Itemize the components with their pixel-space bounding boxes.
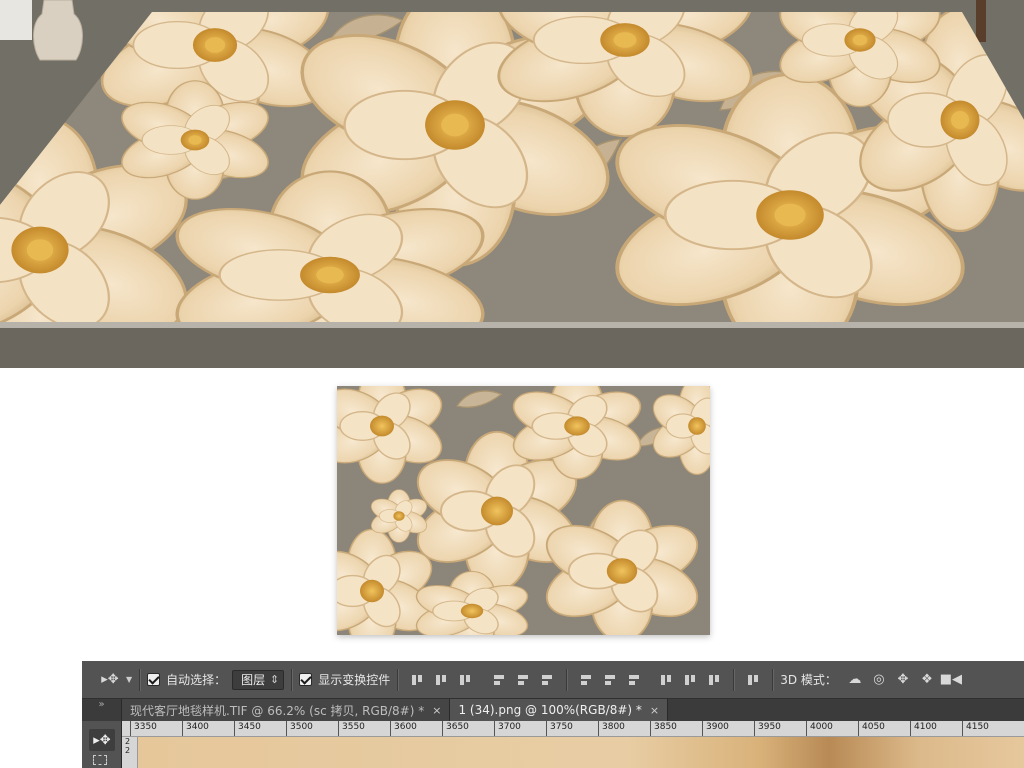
ruler-tick-label: 3900 <box>706 722 729 732</box>
vruler-mark: 2 <box>125 746 131 755</box>
tools-panel: ▸✥ <box>82 721 122 768</box>
close-icon[interactable]: × <box>650 704 659 717</box>
show-transform-checkbox[interactable]: 显示变换控件 <box>299 668 390 692</box>
distribute-group <box>574 668 726 692</box>
marquee-tool-icon[interactable] <box>93 755 107 765</box>
video-camera-icon[interactable]: ■◀ <box>940 670 962 690</box>
auto-select-checkbox[interactable]: 自动选择： <box>147 668 226 692</box>
photoshop-window: ▸✥ ▼ 自动选择： 图层 显示变换控件 <box>82 661 1024 768</box>
ruler-tick: 3450 <box>234 721 261 736</box>
ruler-tick: 3700 <box>494 721 521 736</box>
align-group <box>405 668 559 692</box>
pattern-preview <box>337 386 710 635</box>
distribute-bottom-icon[interactable] <box>624 670 644 690</box>
3d-mode-label: 3D 模式： <box>780 673 837 687</box>
move-tool-icon: ▸✥ <box>101 672 119 687</box>
tool-preset-picker[interactable]: ▸✥ ▼ <box>98 668 132 692</box>
ruler-tick-label: 3450 <box>238 722 261 732</box>
align-vertical-centers-icon[interactable] <box>431 670 451 690</box>
roll-3d-icon[interactable]: ◎ <box>869 670 889 690</box>
ruler-tick-label: 3350 <box>134 722 157 732</box>
distribute-left-icon[interactable] <box>656 670 676 690</box>
pan-3d-icon[interactable]: ✥ <box>893 670 913 690</box>
ruler-tick: 3650 <box>442 721 469 736</box>
ruler-tick-label: 3750 <box>550 722 573 732</box>
ruler-tick-label: 3850 <box>654 722 677 732</box>
align-horizontal-centers-icon[interactable] <box>513 670 533 690</box>
vruler-mark: 2 <box>125 737 131 746</box>
move-tool-icon[interactable]: ▸✥ <box>89 729 115 751</box>
auto-align-layers-icon[interactable] <box>743 670 763 690</box>
screenshot: ▸✥ ▼ 自动选择： 图层 显示变换控件 <box>0 0 1024 768</box>
separator <box>772 668 774 691</box>
distribute-top-icon[interactable] <box>576 670 596 690</box>
tab-rug-mockup[interactable]: 现代客厅地毯样机.TIF @ 66.2% (sc 拷贝, RGB/8#) * × <box>122 699 451 721</box>
separator <box>291 668 293 691</box>
toolbar-collapse-grip[interactable]: » <box>82 699 122 721</box>
ruler-tick: 3850 <box>650 721 677 736</box>
ruler-tick: 3500 <box>286 721 313 736</box>
vertical-ruler: 2 2 <box>122 737 138 768</box>
ruler-tick-label: 3700 <box>498 722 521 732</box>
3d-mode-group: 3D 模式： ☁ ◎ ✥ ❖ ■◀ <box>780 668 963 692</box>
slide-3d-icon[interactable]: ❖ <box>917 670 937 690</box>
ruler-tick-label: 4050 <box>862 722 885 732</box>
auto-select-target-select[interactable]: 图层 <box>232 669 285 690</box>
ruler-tick: 4050 <box>858 721 885 736</box>
separator <box>397 668 399 691</box>
ruler-tick: 3800 <box>598 721 625 736</box>
align-bottom-edges-icon[interactable] <box>455 670 475 690</box>
show-transform-label: 显示变换控件 <box>318 673 391 687</box>
ruler-tick: 3350 <box>130 721 157 736</box>
ruler-tick-label: 3400 <box>186 722 209 732</box>
ruler-tick: 3400 <box>182 721 209 736</box>
ruler-tick-label: 3650 <box>446 722 469 732</box>
tab-pattern-png[interactable]: 1 (34).png @ 100%(RGB/8#) * × <box>450 699 669 721</box>
options-bar: ▸✥ ▼ 自动选择： 图层 显示变换控件 <box>82 661 1024 699</box>
separator <box>566 668 568 691</box>
ruler-tick: 4150 <box>962 721 989 736</box>
checkbox-checked-icon <box>299 673 313 686</box>
distribute-vertical-centers-icon[interactable] <box>600 670 620 690</box>
ruler-tick: 3950 <box>754 721 781 736</box>
ruler-tick: 3600 <box>390 721 417 736</box>
ruler-tick-label: 4000 <box>810 722 833 732</box>
floral-pattern <box>337 386 710 635</box>
ruler-tick-label: 3500 <box>290 722 313 732</box>
auto-select-label: 自动选择： <box>166 673 227 687</box>
room-scene <box>0 0 1024 368</box>
document-tab-bar: » 现代客厅地毯样机.TIF @ 66.2% (sc 拷贝, RGB/8#) *… <box>82 699 1024 721</box>
document-canvas[interactable] <box>138 737 1024 768</box>
ruler-tick: 3750 <box>546 721 573 736</box>
ruler-tick-label: 3800 <box>602 722 625 732</box>
rug-room-mockup <box>0 0 1024 368</box>
ruler-tick-label: 3950 <box>758 722 781 732</box>
tab-label: 现代客厅地毯样机.TIF @ 66.2% (sc 拷贝, RGB/8#) * <box>130 703 425 718</box>
checkbox-checked-icon <box>147 673 161 686</box>
ruler-tick-label: 4150 <box>966 722 989 732</box>
rug <box>0 12 1024 328</box>
dropdown-arrow-icon: ▼ <box>126 675 133 684</box>
separator <box>733 668 735 691</box>
orbit-3d-icon[interactable]: ☁ <box>845 670 865 690</box>
distribute-right-icon[interactable] <box>704 670 724 690</box>
align-left-edges-icon[interactable] <box>489 670 509 690</box>
ruler-tick-label: 3550 <box>342 722 365 732</box>
tab-label: 1 (34).png @ 100%(RGB/8#) * <box>458 703 642 717</box>
ruler-tick: 3550 <box>338 721 365 736</box>
distribute-horizontal-centers-icon[interactable] <box>680 670 700 690</box>
ruler-tick: 4100 <box>910 721 937 736</box>
ruler-tick-label: 3600 <box>394 722 417 732</box>
align-top-edges-icon[interactable] <box>407 670 427 690</box>
horizontal-ruler: 3350 3400 3450 3500 3550 3600 3650 3700 3750 3800… <box>122 721 1024 737</box>
ruler-tick-label: 4100 <box>914 722 937 732</box>
separator <box>139 668 141 691</box>
close-icon[interactable]: × <box>432 704 441 717</box>
ruler-tick: 4000 <box>806 721 833 736</box>
align-right-edges-icon[interactable] <box>537 670 557 690</box>
ruler-tick: 3900 <box>702 721 729 736</box>
